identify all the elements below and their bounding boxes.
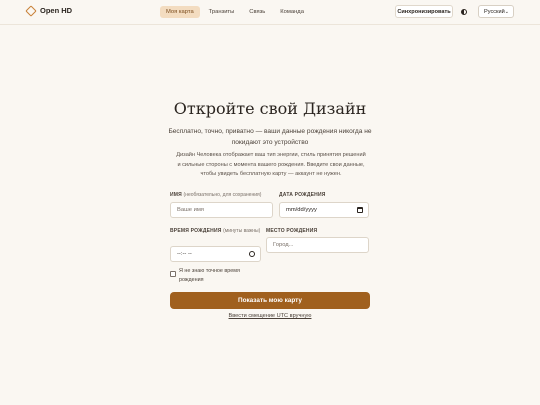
unknown-time-checkbox[interactable]	[170, 271, 176, 277]
birth-place-input[interactable]: Город...	[266, 237, 369, 253]
birth-time-label-text: ВРЕМЯ РОЖДЕНИЯ	[170, 228, 222, 234]
birth-date-input[interactable]: mm/dd/yyyy	[279, 202, 369, 218]
birth-time-input[interactable]: --:-- --	[170, 246, 261, 262]
name-placeholder: Ваше имя	[177, 207, 204, 213]
language-select[interactable]: Русский ⌄	[478, 5, 514, 18]
show-chart-button[interactable]: Показать мою карту	[170, 292, 370, 309]
name-label-text: ИМЯ	[170, 192, 182, 198]
nav-item-connection[interactable]: Связь	[243, 6, 271, 18]
main-nav: Моя карта Транзиты Связь Команда	[160, 6, 310, 18]
chevron-down-icon: ⌄	[504, 9, 509, 15]
page-subtitle: Бесплатно, точно, приватно — ваши данные…	[168, 128, 372, 146]
brand[interactable]: Open HD	[25, 4, 73, 17]
birth-time-label: ВРЕМЯ РОЖДЕНИЯ (минуты важны)	[170, 227, 265, 235]
language-value: Русский	[484, 8, 505, 15]
calendar-icon[interactable]	[357, 207, 363, 213]
theme-toggle-icon[interactable]	[461, 9, 467, 15]
sync-button[interactable]: Синхронизировать	[395, 5, 453, 18]
birth-date-label: ДАТА РОЖДЕНИЯ	[279, 192, 326, 198]
top-bar: Open HD Моя карта Транзиты Связь Команда…	[0, 0, 540, 25]
birth-date-value: mm/dd/yyyy	[286, 207, 317, 213]
name-label: ИМЯ (необязательно, для сохранения)	[170, 191, 261, 199]
app-name: Open HD	[40, 6, 73, 15]
name-input[interactable]: Ваше имя	[170, 202, 273, 218]
manual-utc-link[interactable]: Ввести смещение UTC вручную	[0, 313, 540, 319]
clock-icon[interactable]	[249, 251, 255, 257]
birth-time-value: --:-- --	[177, 251, 192, 257]
page-description: Дизайн Человека отображает ваш тип энерг…	[176, 152, 366, 177]
birth-time-label-hint: (минуты важны)	[223, 228, 261, 234]
nav-item-team[interactable]: Команда	[274, 6, 310, 18]
name-label-hint: (необязательно, для сохранения)	[183, 192, 262, 198]
birth-place-placeholder: Город...	[273, 242, 294, 248]
diamond-logo-icon	[25, 4, 37, 17]
unknown-time-label[interactable]: Я не знаю точное время рождения	[179, 267, 259, 284]
page-title: Откройте свой Дизайн	[173, 99, 367, 118]
nav-item-my-chart[interactable]: Моя карта	[160, 6, 200, 18]
nav-item-transits[interactable]: Транзиты	[203, 6, 241, 18]
birth-place-label: МЕСТО РОЖДЕНИЯ	[266, 228, 318, 234]
